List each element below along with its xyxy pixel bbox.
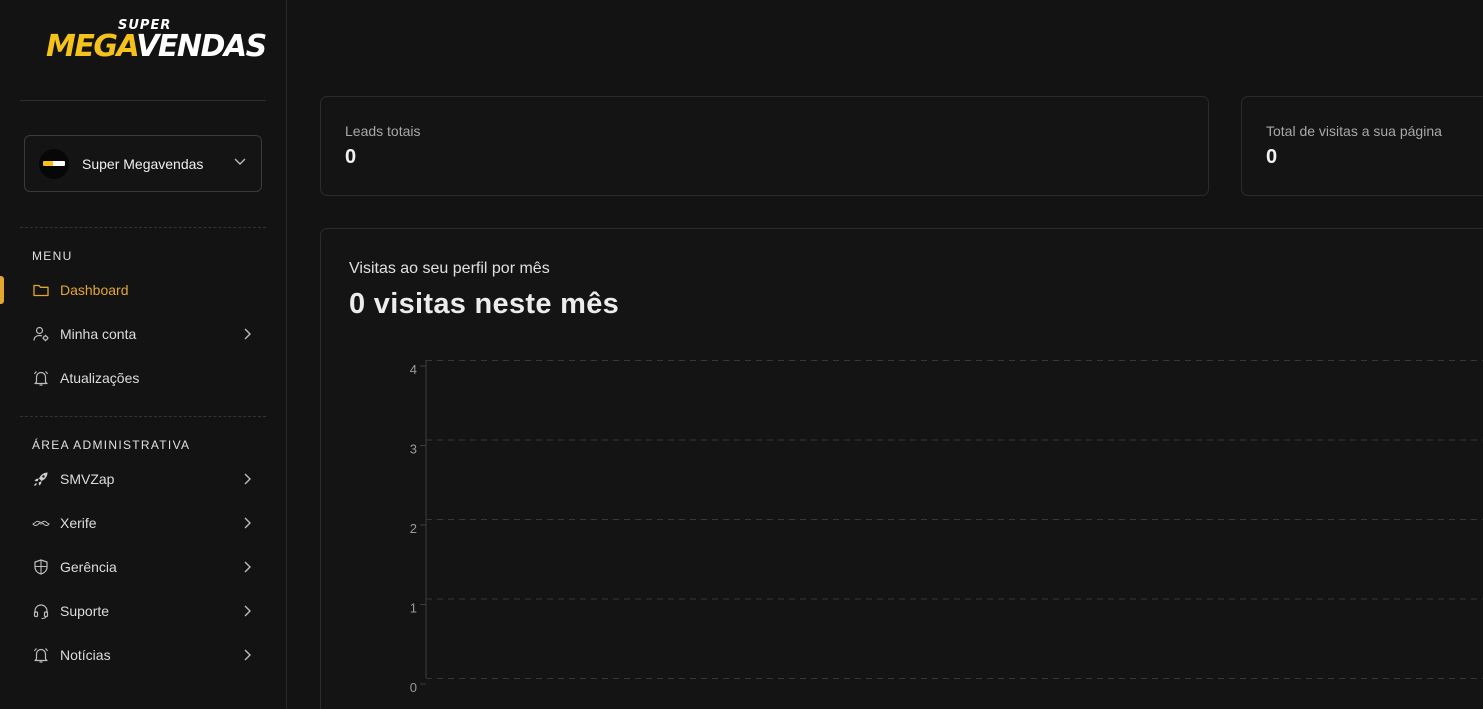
sidebar-item-label: Notícias [60,647,111,663]
y-tick-label: 4 [410,362,417,377]
stat-card-visitas: Total de visitas a sua página 0 [1241,96,1483,196]
divider [20,227,266,228]
sidebar-item-label: SMVZap [60,471,115,487]
visits-chart: 0 1 2 3 4 [410,360,1483,695]
chevron-right-icon [244,473,251,485]
sidebar-item-suporte[interactable]: Suporte [0,593,287,629]
stat-label: Total de visitas a sua página [1266,123,1442,139]
folder-icon [32,281,50,299]
user-gear-icon [32,325,50,343]
sidebar-item-label: Suporte [60,603,110,619]
account-switcher[interactable]: Super Megavendas [24,135,262,192]
sidebar-item-dashboard[interactable]: Dashboard [0,272,287,308]
bell-icon [32,646,50,664]
y-tick-label: 3 [410,442,417,457]
visits-chart-card: Visitas ao seu perfil por mês 0 visitas … [320,228,1483,709]
logo-vendas-text: VENDAS [136,29,267,64]
mustache-icon [32,514,50,532]
sidebar-item-label: Minha conta [60,326,137,342]
avatar [39,148,69,179]
chevron-right-icon [244,605,251,617]
chevron-right-icon [244,561,251,573]
stat-value: 0 [1266,146,1278,168]
logo-mega-text: MEGA [46,29,138,64]
divider [20,416,266,417]
megavendas-logo[interactable]: SUPER MEGAVENDAS [46,18,267,66]
y-tick-label: 2 [410,521,417,536]
stat-label: Leads totais [345,123,421,139]
admin-section-title: ÁREA ADMINISTRATIVA [32,438,191,452]
sidebar-item-noticias[interactable]: Notícias [0,637,287,673]
divider [20,100,266,101]
sidebar-item-gerencia[interactable]: Gerência [0,549,287,585]
chevron-right-icon [244,649,251,661]
y-tick-label: 0 [410,680,417,695]
sidebar-item-smvzap[interactable]: SMVZap [0,461,287,497]
chevron-right-icon [244,328,251,340]
bell-icon [32,369,50,387]
sidebar: SUPER MEGAVENDAS Super Megavendas MENU D… [0,0,287,709]
sidebar-item-label: Gerência [60,559,117,575]
sidebar-item-xerife[interactable]: Xerife [0,505,287,541]
stat-value: 0 [345,146,357,168]
sidebar-item-label: Dashboard [60,282,129,298]
shield-icon [32,558,50,576]
chevron-right-icon [244,517,251,529]
menu-section-title: MENU [32,249,73,263]
y-tick-label: 1 [410,601,417,616]
rocket-icon [32,470,50,488]
chevron-down-icon [234,158,246,165]
sidebar-item-minha-conta[interactable]: Minha conta [0,316,287,352]
logo-wordmark: MEGAVENDAS [46,29,267,64]
stat-card-leads: Leads totais 0 [320,96,1209,196]
headset-icon [32,602,50,620]
sidebar-item-label: Xerife [60,515,97,531]
account-name: Super Megavendas [82,155,204,172]
sidebar-item-label: Atualizações [60,370,140,386]
sidebar-item-atualizacoes[interactable]: Atualizações [0,360,287,396]
